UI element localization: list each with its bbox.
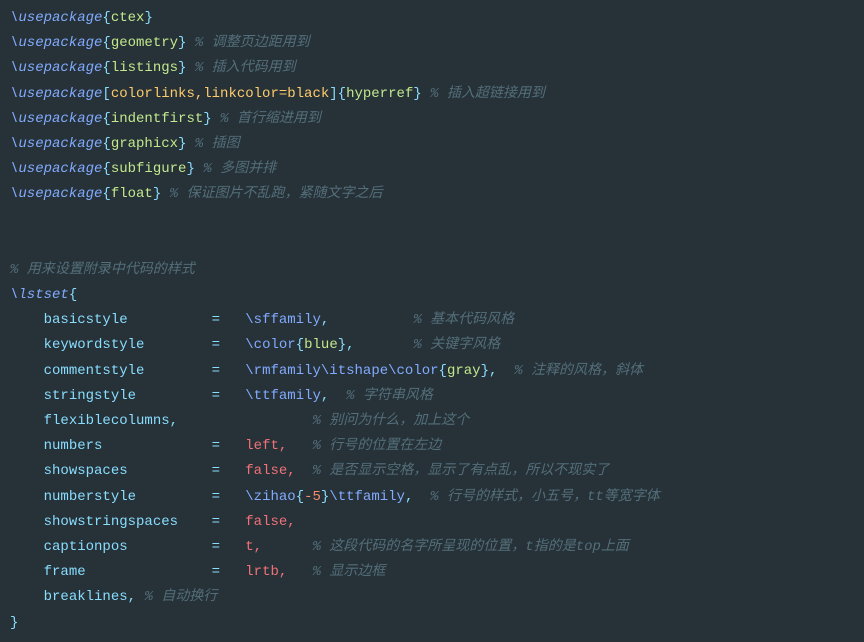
code-line: \usepackage{geometry} % 调整页边距用到 [10,31,854,56]
comment: % 显示边框 [313,564,386,580]
color-arg: blue [304,337,338,353]
code-line: } [10,611,854,636]
lst-key: frame [44,564,86,580]
latex-command: \usepackage [10,86,102,102]
color-arg: gray [447,363,481,379]
comment: % 关键字风格 [413,337,500,353]
code-line: \usepackage{graphicx} % 插图 [10,132,854,157]
comment: % 插图 [195,136,240,152]
comment: % 保证图片不乱跑，紧随文字之后 [170,186,383,202]
comment: % 别问为什么，加上这个 [312,413,469,429]
latex-command: \usepackage [10,186,102,202]
code-line: numberstyle = \zihao{-5}\ttfamily, % 行号的… [10,485,854,510]
lst-value: \itshape [321,363,388,379]
comment: % 调整页边距用到 [195,35,310,51]
code-line: keywordstyle = \color{blue}, % 关键字风格 [10,333,854,358]
lst-key: captionpos [44,539,128,555]
lst-value: false, [245,514,295,530]
code-line: showspaces = false, % 是否显示空格，显示了有点乱，所以不现… [10,459,854,484]
lst-key: showspaces [44,463,128,479]
lst-value: false, [245,463,295,479]
lst-key: numbers [44,438,103,454]
lst-value: lrtb, [245,564,287,580]
latex-command: \usepackage [10,60,102,76]
package-name: indentfirst [111,111,203,127]
lst-value: \ttfamily [329,489,405,505]
code-line: showstringspaces = false, [10,510,854,535]
package-options: colorlinks,linkcolor=black [111,86,329,102]
package-name: subfigure [111,161,187,177]
latex-command: \lstset [10,287,69,303]
package-name: hyperref [346,86,413,102]
latex-code-block: \usepackage{ctex} \usepackage{geometry} … [0,0,864,642]
blank-line [10,208,854,233]
lst-value: \zihao [245,489,295,505]
package-name: listings [111,60,178,76]
package-name: graphicx [111,136,178,152]
lst-value: \color [388,363,438,379]
lst-key: flexiblecolumns, [44,413,178,429]
lst-key: basicstyle [44,312,128,328]
latex-command: \usepackage [10,35,102,51]
package-name: geometry [111,35,178,51]
code-line: captionpos = t, % 这段代码的名字所呈现的位置，t指的是top上… [10,535,854,560]
code-line: \lstset{ [10,283,854,308]
latex-command: \usepackage [10,136,102,152]
lst-value: \rmfamily [245,363,321,379]
comment: % 首行缩进用到 [220,111,321,127]
lst-key: numberstyle [44,489,136,505]
latex-command: \usepackage [10,10,102,26]
lst-key: breaklines, [44,589,136,605]
code-line: % 用来设置附录中代码的样式 [10,258,854,283]
code-line: \usepackage{ctex} [10,6,854,31]
comment: % 自动换行 [144,589,217,605]
code-line: stringstyle = \ttfamily, % 字符串风格 [10,384,854,409]
comment: % 行号的样式，小五号，tt等宽字体 [430,489,660,505]
comment: % 多图并排 [203,161,276,177]
lst-key: keywordstyle [44,337,145,353]
blank-line [10,233,854,258]
latex-command: \usepackage [10,161,102,177]
code-line: numbers = left, % 行号的位置在左边 [10,434,854,459]
code-line: frame = lrtb, % 显示边框 [10,560,854,585]
comment: % 行号的位置在左边 [313,438,442,454]
code-line: flexiblecolumns, % 别问为什么，加上这个 [10,409,854,434]
comment: % 用来设置附录中代码的样式 [10,262,195,278]
comment: % 插入代码用到 [195,60,296,76]
lst-value: left, [245,438,287,454]
lst-value: \sffamily [245,312,321,328]
package-name: ctex [111,10,145,26]
code-line: \usepackage[colorlinks,linkcolor=black]{… [10,82,854,107]
lst-value: \ttfamily [245,388,321,404]
lst-key: showstringspaces [44,514,178,530]
code-line: basicstyle = \sffamily, % 基本代码风格 [10,308,854,333]
package-name: float [111,186,153,202]
code-line: \usepackage{indentfirst} % 首行缩进用到 [10,107,854,132]
code-line: \usepackage{float} % 保证图片不乱跑，紧随文字之后 [10,182,854,207]
code-line: breaklines, % 自动换行 [10,585,854,610]
comment: % 基本代码风格 [413,312,514,328]
lst-value: t, [245,539,262,555]
comment: % 插入超链接用到 [430,86,545,102]
code-line: commentstyle = \rmfamily\itshape\color{g… [10,359,854,384]
code-line: \usepackage{listings} % 插入代码用到 [10,56,854,81]
comment: % 字符串风格 [346,388,433,404]
code-line: \usepackage{subfigure} % 多图并排 [10,157,854,182]
lst-key: commentstyle [44,363,145,379]
comment: % 是否显示空格，显示了有点乱，所以不现实了 [313,463,610,479]
lst-key: stringstyle [44,388,136,404]
latex-command: \usepackage [10,111,102,127]
number: -5 [304,489,321,505]
lst-value: \color [245,337,295,353]
comment: % 这段代码的名字所呈现的位置，t指的是top上面 [313,539,629,555]
comment: % 注释的风格，斜体 [514,363,643,379]
